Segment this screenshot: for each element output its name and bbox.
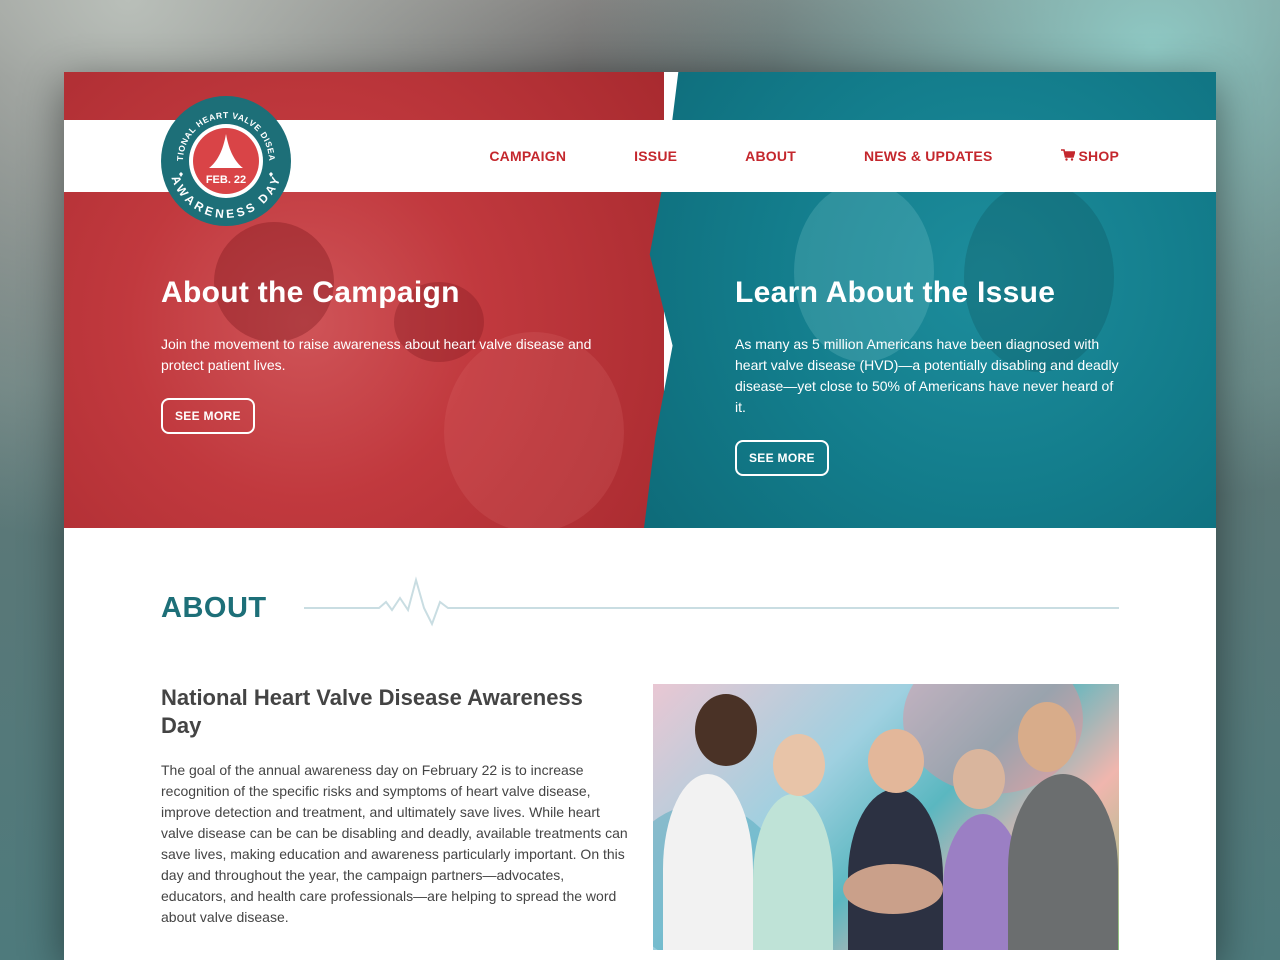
hero-banner: CAMPAIGN ISSUE ABOUT NEWS & UPDATES SHOP xyxy=(64,72,1216,528)
campaign-see-more-button[interactable]: SEE MORE xyxy=(161,398,255,434)
photo-person-2 xyxy=(753,794,833,950)
campaign-title: About the Campaign xyxy=(161,276,460,309)
photo-hands xyxy=(843,864,943,914)
issue-text: As many as 5 million Americans have been… xyxy=(735,336,1119,415)
issue-title: Learn About the Issue xyxy=(735,276,1056,309)
about-title: National Heart Valve Disease Awareness D… xyxy=(161,685,583,738)
main-nav: CAMPAIGN ISSUE ABOUT NEWS & UPDATES SHOP xyxy=(421,120,1119,192)
photo-person-3-head xyxy=(868,729,924,793)
photo-person-4-head xyxy=(953,749,1005,809)
nav-issue[interactable]: ISSUE xyxy=(634,148,677,164)
issue-promo: Learn About the Issue As many as 5 milli… xyxy=(735,276,1125,476)
nav-shop[interactable]: SHOP xyxy=(1060,148,1119,164)
photo-person-5-head xyxy=(1018,702,1076,772)
about-body: The goal of the annual awareness day on … xyxy=(161,762,628,925)
awareness-day-logo[interactable]: NATIONAL HEART VALVE DISEASE AWARENESS D… xyxy=(161,96,291,226)
cart-icon xyxy=(1060,148,1076,164)
webpage: CAMPAIGN ISSUE ABOUT NEWS & UPDATES SHOP xyxy=(64,72,1216,960)
nav-about[interactable]: ABOUT xyxy=(745,148,796,164)
nav-news-updates[interactable]: NEWS & UPDATES xyxy=(864,148,993,164)
campaign-promo: About the Campaign Join the movement to … xyxy=(161,276,621,434)
seniors-group-photo xyxy=(653,684,1119,950)
nav-shop-label: SHOP xyxy=(1078,148,1119,164)
heartbeat-line xyxy=(304,576,1119,627)
logo-graphic: NATIONAL HEART VALVE DISEASE AWARENESS D… xyxy=(161,96,289,224)
issue-see-more-button[interactable]: SEE MORE xyxy=(735,440,829,476)
nav-campaign[interactable]: CAMPAIGN xyxy=(489,148,566,164)
logo-date: FEB. 22 xyxy=(206,174,246,186)
about-heading: ABOUT xyxy=(161,592,267,624)
photo-person-5 xyxy=(1008,774,1118,950)
photo-person-head xyxy=(695,694,757,766)
photo-person xyxy=(663,774,753,950)
photo-person-2-head xyxy=(773,734,825,796)
campaign-text: Join the movement to raise awareness abo… xyxy=(161,336,592,373)
